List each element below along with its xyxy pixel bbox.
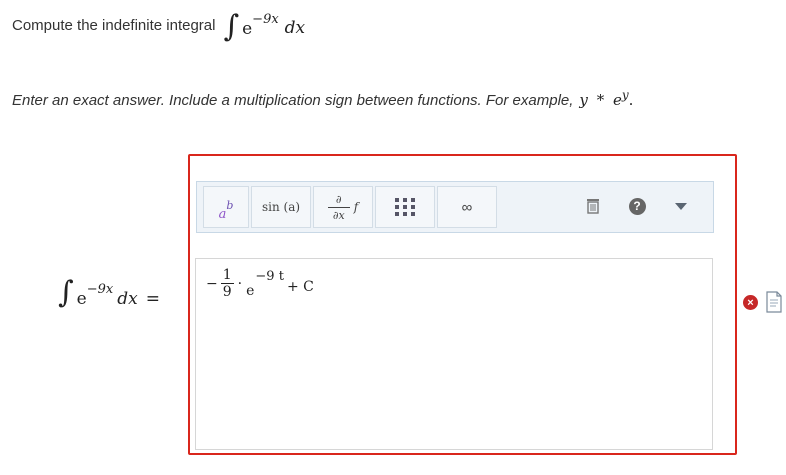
- answer-base: e: [246, 282, 255, 299]
- trash-icon: [587, 199, 599, 214]
- sin-icon: sin (a): [261, 200, 301, 214]
- sin-button[interactable]: sin (a): [251, 186, 311, 228]
- answer-constant: + C: [286, 278, 314, 295]
- deriv-num: ∂: [335, 192, 342, 206]
- answer-expression: − 1 9 · e −9 t + C: [206, 267, 314, 300]
- question-differential: dx: [284, 18, 306, 38]
- answer-input[interactable]: − 1 9 · e −9 t + C: [195, 258, 713, 450]
- example-operator: *: [596, 91, 605, 109]
- question-prompt: Compute the indefinite integral ∫ e −9x …: [12, 9, 306, 44]
- answer-exponent: −9 t: [255, 269, 284, 284]
- power-button[interactable]: ab: [203, 186, 249, 228]
- example-base: e: [612, 91, 622, 109]
- lhs-integral-symbol: ∫: [58, 275, 74, 310]
- derivative-button[interactable]: ∂ ∂x f: [313, 186, 373, 228]
- deriv-function: f: [353, 200, 359, 214]
- more-arrow-icon: [675, 202, 687, 210]
- deriv-den: ∂x: [332, 208, 345, 222]
- instruction-text: Enter an exact answer. Include a multipl…: [12, 88, 633, 109]
- answer-denominator: 9: [220, 283, 234, 300]
- answer-lhs: ∫ e −9x dx =: [58, 275, 160, 310]
- example-expression: y * ey.: [579, 88, 633, 109]
- help-icon: ?: [628, 197, 646, 215]
- lhs-differential: dx: [117, 288, 138, 309]
- power-icon: ab: [219, 198, 234, 222]
- answer-editor: ab sin (a) ∂ ∂x f ∞ ? − 1 9 · e −9 t + C: [188, 154, 737, 455]
- help-button[interactable]: ?: [617, 186, 657, 226]
- question-exponent: −9x: [252, 11, 279, 27]
- matrix-icon: [394, 198, 416, 216]
- question-text: Compute the indefinite integral: [12, 16, 216, 34]
- lhs-base: e: [76, 288, 87, 309]
- math-toolbar: ab sin (a) ∂ ∂x f ∞ ?: [196, 181, 714, 233]
- example-exponent: y: [621, 88, 629, 102]
- answer-fraction: 1 9: [220, 267, 234, 300]
- lhs-exponent: −9x: [86, 282, 114, 297]
- equals-sign: =: [145, 288, 160, 309]
- answer-minus: −: [206, 275, 218, 292]
- more-button[interactable]: [661, 186, 701, 226]
- error-icon: ×: [743, 295, 758, 310]
- matrix-button[interactable]: [375, 186, 435, 228]
- instruction-sentence: Enter an exact answer. Include a multipl…: [12, 92, 574, 109]
- integral-symbol: ∫: [223, 8, 240, 44]
- example-lhs: y: [579, 91, 588, 109]
- infinity-button[interactable]: ∞: [437, 186, 497, 228]
- power-exp: b: [226, 198, 234, 212]
- answer-numerator: 1: [222, 267, 232, 283]
- question-exp-base: e: [242, 19, 253, 39]
- answer-multiply-dot: ·: [237, 275, 243, 292]
- document-icon[interactable]: [764, 291, 784, 313]
- clear-button[interactable]: [573, 186, 613, 226]
- example-period: .: [628, 91, 634, 109]
- partial-derivative-icon: ∂ ∂x: [327, 192, 350, 222]
- infinity-icon: ∞: [461, 198, 473, 216]
